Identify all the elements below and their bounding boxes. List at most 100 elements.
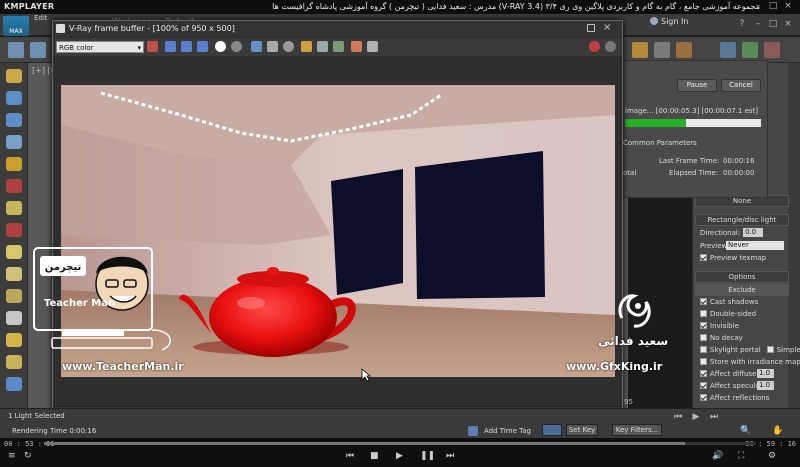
red-channel-icon[interactable] <box>165 41 176 52</box>
previous-icon[interactable]: ⏮ <box>346 451 354 461</box>
close-icon[interactable]: × <box>782 1 794 12</box>
panel-scrollbar[interactable] <box>788 63 800 408</box>
minimize-icon[interactable]: – <box>752 1 764 12</box>
set-key-button[interactable]: Set Key <box>566 424 598 436</box>
option-row[interactable]: No decay <box>700 334 743 342</box>
vfb-maximize-icon[interactable] <box>587 24 595 32</box>
duplicate-to-mfb-icon[interactable] <box>301 41 312 52</box>
options-rollout[interactable]: Options <box>695 271 789 283</box>
edit-menu[interactable]: Edit <box>34 14 48 22</box>
simple-checkbox[interactable] <box>766 346 774 353</box>
play-icon[interactable]: ▶ <box>396 451 403 461</box>
settings-icon[interactable]: ⚙ <box>768 451 776 461</box>
undo-icon[interactable] <box>8 42 24 58</box>
pause-icon[interactable]: ❚❚ <box>420 451 435 461</box>
option-row[interactable]: Skylight portal Simple <box>700 346 800 354</box>
material-editor-icon[interactable] <box>720 42 736 58</box>
key-filters-button[interactable]: Key Filters... <box>612 424 662 436</box>
alpha-channel-icon[interactable] <box>215 41 226 52</box>
stop-render-icon[interactable] <box>589 41 600 52</box>
time-tag-icon[interactable] <box>468 426 478 436</box>
load-image-icon[interactable] <box>267 41 278 52</box>
option-checkbox[interactable] <box>700 358 707 365</box>
vfb-close-icon[interactable]: × <box>603 22 611 33</box>
option-row[interactable]: Double-sided <box>700 310 756 318</box>
channel-dropdown[interactable]: RGB color <box>56 41 144 54</box>
play-animation-icon[interactable]: ▶ <box>690 412 702 423</box>
preview-texmap-checkbox[interactable] <box>700 254 707 261</box>
add-time-tag-button[interactable]: Add Time Tag <box>484 427 531 435</box>
helper-tool-icon[interactable] <box>6 201 22 215</box>
clear-image-icon[interactable] <box>283 41 294 52</box>
directional-spinner[interactable]: 0.0 <box>743 228 763 237</box>
box-icon[interactable] <box>6 289 22 303</box>
sun-icon[interactable] <box>6 333 22 347</box>
redo-icon[interactable] <box>30 42 46 58</box>
lens-effects-icon[interactable] <box>367 41 378 52</box>
option-row[interactable]: Affect specular <box>700 382 763 390</box>
seek-bar[interactable] <box>44 442 756 445</box>
render-last-icon[interactable] <box>605 41 616 52</box>
option-checkbox[interactable] <box>700 370 707 377</box>
history-icon[interactable] <box>351 41 362 52</box>
option-checkbox[interactable] <box>700 310 707 317</box>
schematic-icon[interactable] <box>742 42 758 58</box>
common-parameters-header[interactable]: Common Parameters <box>623 139 697 147</box>
scale-tool-icon[interactable] <box>6 135 22 149</box>
preview-texmap-row[interactable]: Preview texmap <box>700 254 766 262</box>
auto-key-button[interactable] <box>542 424 562 436</box>
go-start-icon[interactable]: ⏮ <box>672 412 684 423</box>
render-frame-icon[interactable] <box>654 42 670 58</box>
playlist-icon[interactable]: ≡ <box>8 451 16 461</box>
maximize-icon[interactable]: □ <box>767 1 779 12</box>
vfb-title-bar[interactable]: V-Ray frame buffer - [100% of 950 x 500]… <box>53 21 622 37</box>
option-checkbox[interactable] <box>700 382 707 389</box>
sign-in-button[interactable]: Sign In <box>650 17 710 31</box>
option-checkbox[interactable] <box>700 334 707 341</box>
affect-specular-spinner[interactable]: 1.0 <box>757 381 774 390</box>
option-row[interactable]: Affect diffuse <box>700 370 756 378</box>
affect-diffuse-spinner[interactable]: 1.0 <box>757 369 774 378</box>
max-minimize-icon[interactable]: – <box>752 19 764 30</box>
render-icon[interactable] <box>676 42 692 58</box>
camera-tool-icon[interactable] <box>6 179 22 193</box>
rotate-tool-icon[interactable] <box>6 113 22 127</box>
go-end-icon[interactable]: ⏭ <box>708 412 720 423</box>
render-setup-icon[interactable] <box>632 42 648 58</box>
help-icon[interactable]: ? <box>736 19 748 30</box>
rect-light-rollout[interactable]: Rectangle/disc light <box>695 214 789 226</box>
stop-icon[interactable]: ■ <box>370 451 379 461</box>
option-checkbox[interactable] <box>700 298 707 305</box>
move-tool-icon[interactable] <box>6 91 22 105</box>
curve-editor-icon[interactable] <box>764 42 780 58</box>
blue-channel-icon[interactable] <box>197 41 208 52</box>
exclude-button[interactable]: Exclude <box>695 284 789 296</box>
max-restore-icon[interactable]: □ <box>767 19 779 30</box>
max-app-button[interactable]: MAX <box>3 16 29 36</box>
select-tool-icon[interactable] <box>6 69 22 83</box>
option-checkbox[interactable] <box>700 346 707 353</box>
region-render-icon[interactable] <box>317 41 328 52</box>
pause-button[interactable]: Pause <box>677 79 717 92</box>
preview-dropdown[interactable]: Never <box>726 241 784 250</box>
save-image-icon[interactable] <box>251 41 262 52</box>
light-tool-icon[interactable] <box>6 157 22 171</box>
option-row[interactable]: Affect reflections <box>700 394 769 402</box>
option-checkbox[interactable] <box>700 322 707 329</box>
option-row[interactable]: Invisible <box>700 322 739 330</box>
option-checkbox[interactable] <box>700 394 707 401</box>
torus-icon[interactable] <box>6 355 22 369</box>
max-close-icon[interactable]: × <box>782 19 794 30</box>
green-channel-icon[interactable] <box>181 41 192 52</box>
cone-icon[interactable] <box>6 311 22 325</box>
color-picker-icon[interactable] <box>147 41 158 52</box>
cancel-button[interactable]: Cancel <box>721 79 761 92</box>
mono-icon[interactable] <box>231 41 242 52</box>
particle-icon[interactable] <box>6 377 22 391</box>
option-row[interactable]: Cast shadows <box>700 298 758 306</box>
option-row[interactable]: Store with irradiance map <box>700 358 800 366</box>
fullscreen-icon[interactable]: ⛶ <box>738 451 744 461</box>
teapot-icon[interactable] <box>6 267 22 281</box>
pan-icon[interactable]: ✋ <box>772 426 784 437</box>
sphere-icon[interactable] <box>6 245 22 259</box>
